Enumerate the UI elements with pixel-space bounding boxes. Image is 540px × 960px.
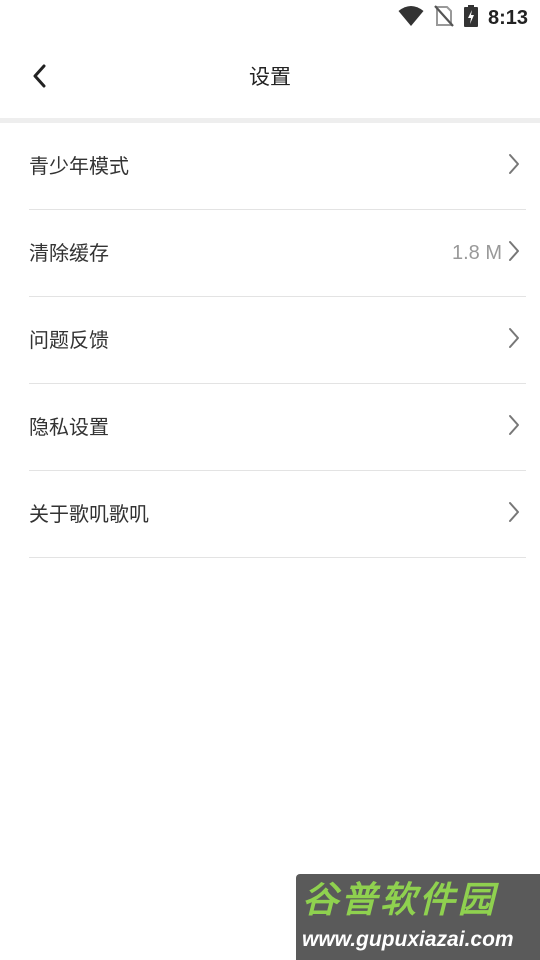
chevron-right-icon	[508, 153, 520, 179]
chevron-right-icon	[508, 501, 520, 527]
wifi-icon	[398, 5, 424, 31]
watermark: 谷普软件园 www.gupuxiazai.com	[296, 874, 540, 960]
settings-item-about[interactable]: 关于歌叽歌叽	[29, 471, 526, 558]
cache-size-value: 1.8 M	[451, 241, 502, 264]
settings-item-right	[502, 471, 520, 557]
status-bar: 8:13	[0, 0, 540, 36]
header: 设置	[0, 36, 540, 118]
status-icons: 8:13	[398, 5, 528, 31]
settings-item-clear-cache[interactable]: 清除缓存 1.8 M	[29, 210, 526, 297]
settings-item-teen-mode[interactable]: 青少年模式	[29, 123, 526, 210]
settings-item-label: 清除缓存	[29, 241, 109, 265]
chevron-right-icon	[508, 414, 520, 440]
status-time: 8:13	[487, 7, 528, 29]
battery-charging-icon	[463, 5, 478, 31]
settings-item-right: 1.8 M	[452, 210, 520, 296]
chevron-right-icon	[508, 327, 520, 353]
settings-item-right	[502, 384, 520, 470]
settings-item-label: 问题反馈	[29, 328, 109, 352]
watermark-title: 谷普软件园	[302, 880, 498, 921]
page-title: 设置	[249, 65, 291, 89]
settings-item-label: 青少年模式	[29, 154, 129, 178]
no-sim-icon	[434, 5, 454, 31]
settings-item-right	[502, 297, 520, 383]
settings-list: 青少年模式 清除缓存 1.8 M 问题反馈 隐私设置 关于歌叽歌叽	[29, 123, 526, 558]
settings-item-label: 隐私设置	[29, 415, 109, 439]
settings-item-feedback[interactable]: 问题反馈	[29, 297, 526, 384]
settings-item-right	[502, 123, 520, 209]
settings-item-privacy[interactable]: 隐私设置	[29, 384, 526, 471]
watermark-url: www.gupuxiazai.com	[302, 928, 514, 951]
settings-item-label: 关于歌叽歌叽	[29, 502, 149, 526]
chevron-right-icon	[508, 240, 520, 266]
